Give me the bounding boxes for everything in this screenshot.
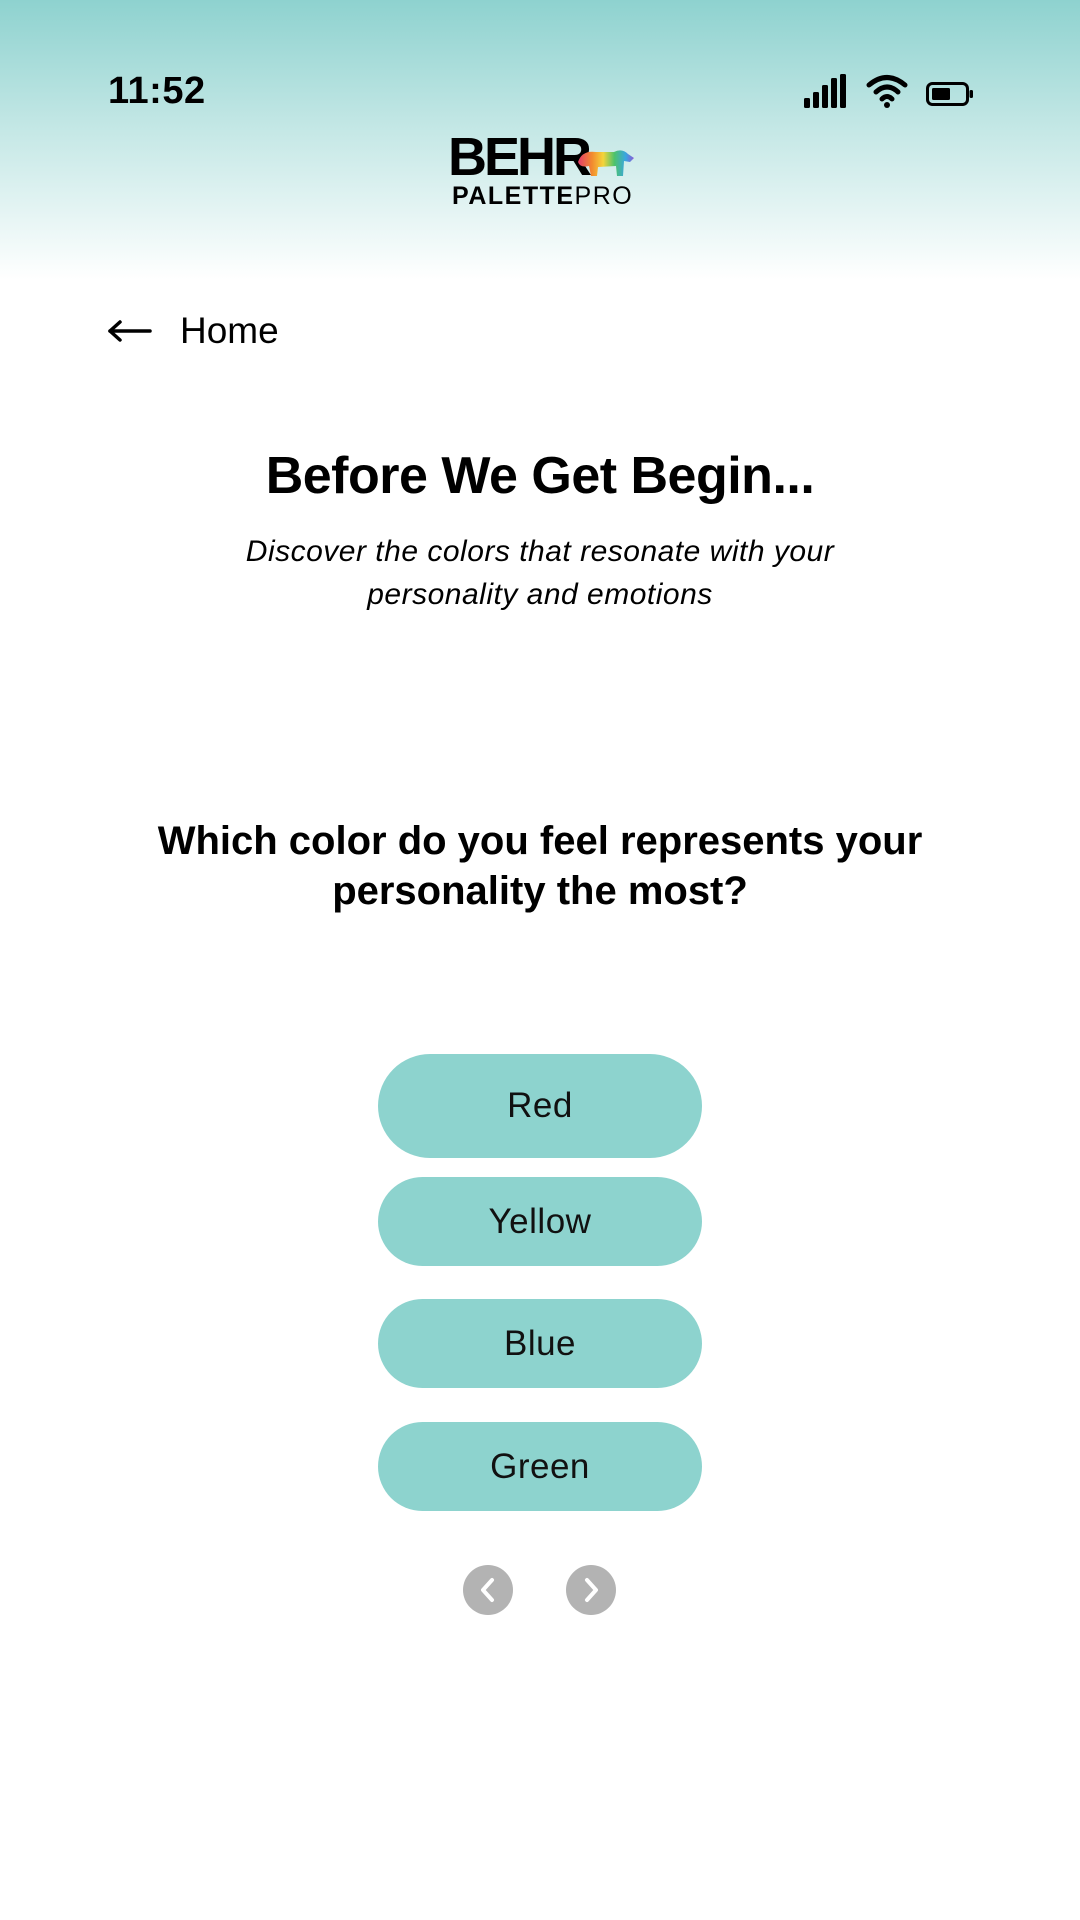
option-green-button[interactable]: Green <box>378 1422 702 1511</box>
chevron-right-icon <box>585 1578 598 1602</box>
header: 11:52 BEHR PALETTEPRO <box>0 0 1080 280</box>
page-subtitle: Discover the colors that resonate with y… <box>245 535 835 611</box>
rainbow-bear-icon <box>578 150 634 176</box>
quiz-question: Which color do you feel represents your … <box>157 819 923 913</box>
option-blue-button[interactable]: Blue <box>378 1299 702 1388</box>
cellular-signal-icon <box>804 74 846 108</box>
next-question-button[interactable] <box>566 1565 616 1615</box>
arrow-left-icon <box>108 320 152 342</box>
page-title: Before We Get Begin... <box>265 447 815 505</box>
battery-icon <box>926 82 973 106</box>
status-icons <box>800 74 980 114</box>
behr-palette-pro-logo: BEHR PALETTEPRO <box>448 130 638 210</box>
status-time: 11:52 <box>108 70 206 112</box>
option-red-button[interactable]: Red <box>378 1054 702 1158</box>
logo-product-light: PRO <box>574 182 634 210</box>
wifi-icon <box>866 75 908 108</box>
logo-product-text: PALETTEPRO <box>452 182 633 210</box>
option-yellow-button[interactable]: Yellow <box>378 1177 702 1266</box>
chevron-left-icon <box>481 1578 494 1602</box>
previous-question-button[interactable] <box>463 1565 513 1615</box>
logo-product-bold: PALETTE <box>452 182 575 210</box>
logo-brand-text: BEHR <box>448 127 592 187</box>
back-link-label: Home <box>180 310 279 351</box>
back-home-link[interactable]: Home <box>106 306 279 356</box>
